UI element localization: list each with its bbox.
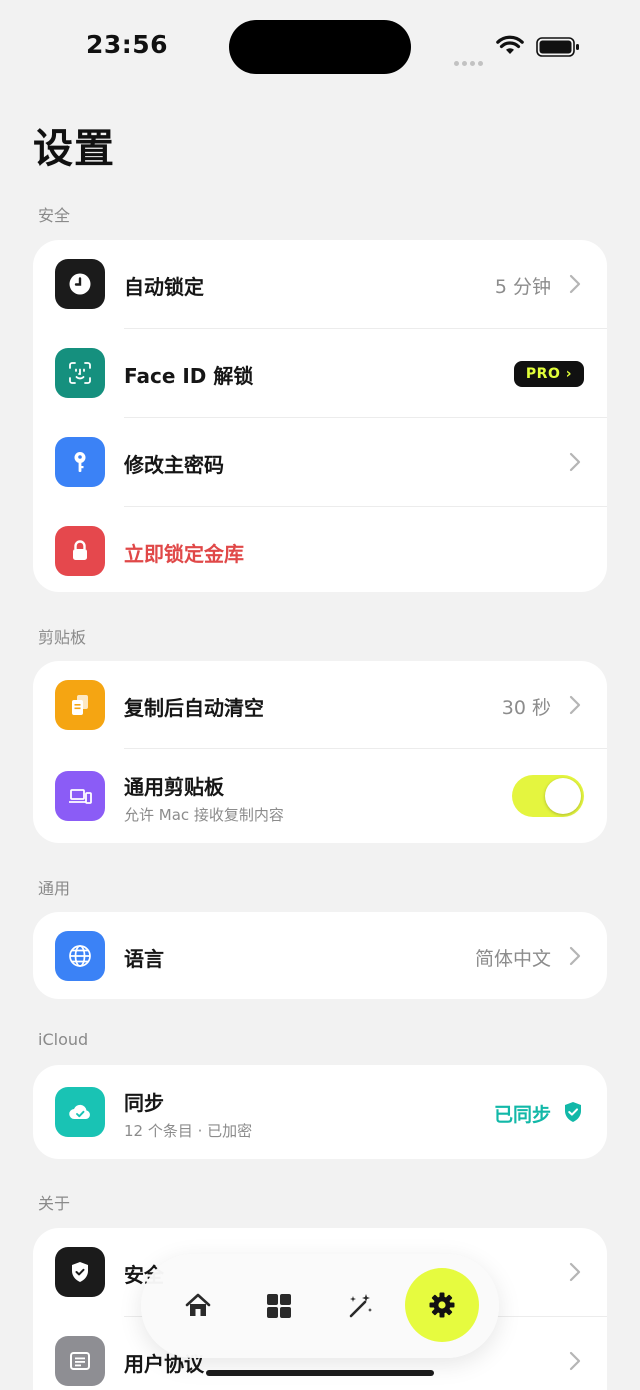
chevron-right-icon: [569, 946, 581, 966]
tab-vault[interactable]: [247, 1274, 311, 1338]
universal-clipboard-subtitle: 允许 Mac 接收复制内容: [124, 806, 284, 824]
section-label-security: 安全: [38, 206, 71, 225]
pro-badge[interactable]: PRO ›: [513, 361, 584, 387]
icloud-card: 同步 12 个条目 · 已加密 已同步: [33, 1065, 607, 1159]
battery-icon: [536, 37, 579, 57]
auto-lock-label: 自动锁定: [124, 275, 204, 299]
sync-status: 已同步: [493, 1104, 551, 1126]
chevron-right-icon: [569, 695, 581, 715]
change-master-password-label: 修改主密码: [124, 453, 224, 477]
globe-icon: [55, 931, 105, 981]
auto-lock-row[interactable]: 自动锁定 5 分钟: [33, 240, 607, 329]
home-indicator: [206, 1370, 434, 1376]
general-card: 语言 简体中文: [33, 912, 607, 999]
page-title: 设置: [33, 126, 115, 172]
devices-icon: [55, 771, 105, 821]
section-label-clipboard: 剪贴板: [38, 628, 87, 647]
dynamic-island: [229, 20, 411, 74]
clock-icon: [55, 259, 105, 309]
chevron-right-icon: [569, 274, 581, 294]
gear-icon: [429, 1292, 455, 1318]
magic-wand-icon: [349, 1294, 372, 1318]
language-row[interactable]: 语言 简体中文: [33, 912, 607, 999]
chevron-right-icon: [569, 1262, 581, 1282]
sync-row[interactable]: 同步 12 个条目 · 已加密 已同步: [33, 1065, 607, 1159]
face-id-icon: [55, 348, 105, 398]
document-icon: [55, 1336, 105, 1386]
status-bar: 23:56: [0, 0, 640, 96]
auto-clear-row[interactable]: 复制后自动清空 30 秒: [33, 661, 607, 749]
grid-icon: [267, 1294, 291, 1318]
toggle-knob: [545, 778, 581, 814]
universal-clipboard-toggle[interactable]: [512, 775, 584, 817]
status-time: 23:56: [86, 30, 169, 59]
universal-clipboard-label: 通用剪贴板: [124, 775, 224, 799]
change-master-password-row[interactable]: 修改主密码: [33, 418, 607, 507]
shield-icon: [55, 1247, 105, 1297]
sync-subtitle: 12 个条目 · 已加密: [124, 1122, 253, 1140]
clipboard-card: 复制后自动清空 30 秒 通用剪贴板 允许 Mac 接收复制内容: [33, 661, 607, 843]
chevron-right-icon: [569, 1351, 581, 1371]
face-id-label: Face ID 解锁: [124, 364, 254, 388]
lock-vault-now-label: 立即锁定金库: [124, 542, 244, 566]
sync-label: 同步: [124, 1091, 164, 1115]
auto-clear-label: 复制后自动清空: [124, 696, 264, 720]
section-label-about: 关于: [38, 1194, 71, 1213]
language-value: 简体中文: [474, 948, 551, 970]
universal-clipboard-row: 通用剪贴板 允许 Mac 接收复制内容: [33, 749, 607, 843]
tab-bar: [141, 1254, 499, 1358]
tab-settings[interactable]: [405, 1268, 479, 1342]
section-label-icloud: iCloud: [38, 1030, 89, 1049]
cloud-icon: [55, 1087, 105, 1137]
face-id-row[interactable]: Face ID 解锁 PRO ›: [33, 329, 607, 418]
tab-home[interactable]: [166, 1274, 230, 1338]
section-label-general: 通用: [38, 879, 71, 898]
home-icon: [185, 1293, 211, 1316]
copy-icon: [55, 680, 105, 730]
key-icon: [55, 437, 105, 487]
auto-lock-value: 5 分钟: [494, 276, 551, 298]
tab-generator[interactable]: [328, 1274, 392, 1338]
lock-icon: [55, 526, 105, 576]
chevron-right-icon: [569, 452, 581, 472]
wifi-icon: [496, 35, 524, 54]
verified-shield-icon: [565, 1102, 581, 1122]
lock-vault-now-row[interactable]: 立即锁定金库: [33, 507, 607, 592]
cellular-signal-icon: [454, 51, 486, 66]
security-card: 自动锁定 5 分钟 Face ID 解锁 PRO › 修改主密码 立即锁定金库: [33, 240, 607, 592]
language-label: 语言: [124, 947, 164, 971]
auto-clear-value: 30 秒: [501, 697, 551, 719]
